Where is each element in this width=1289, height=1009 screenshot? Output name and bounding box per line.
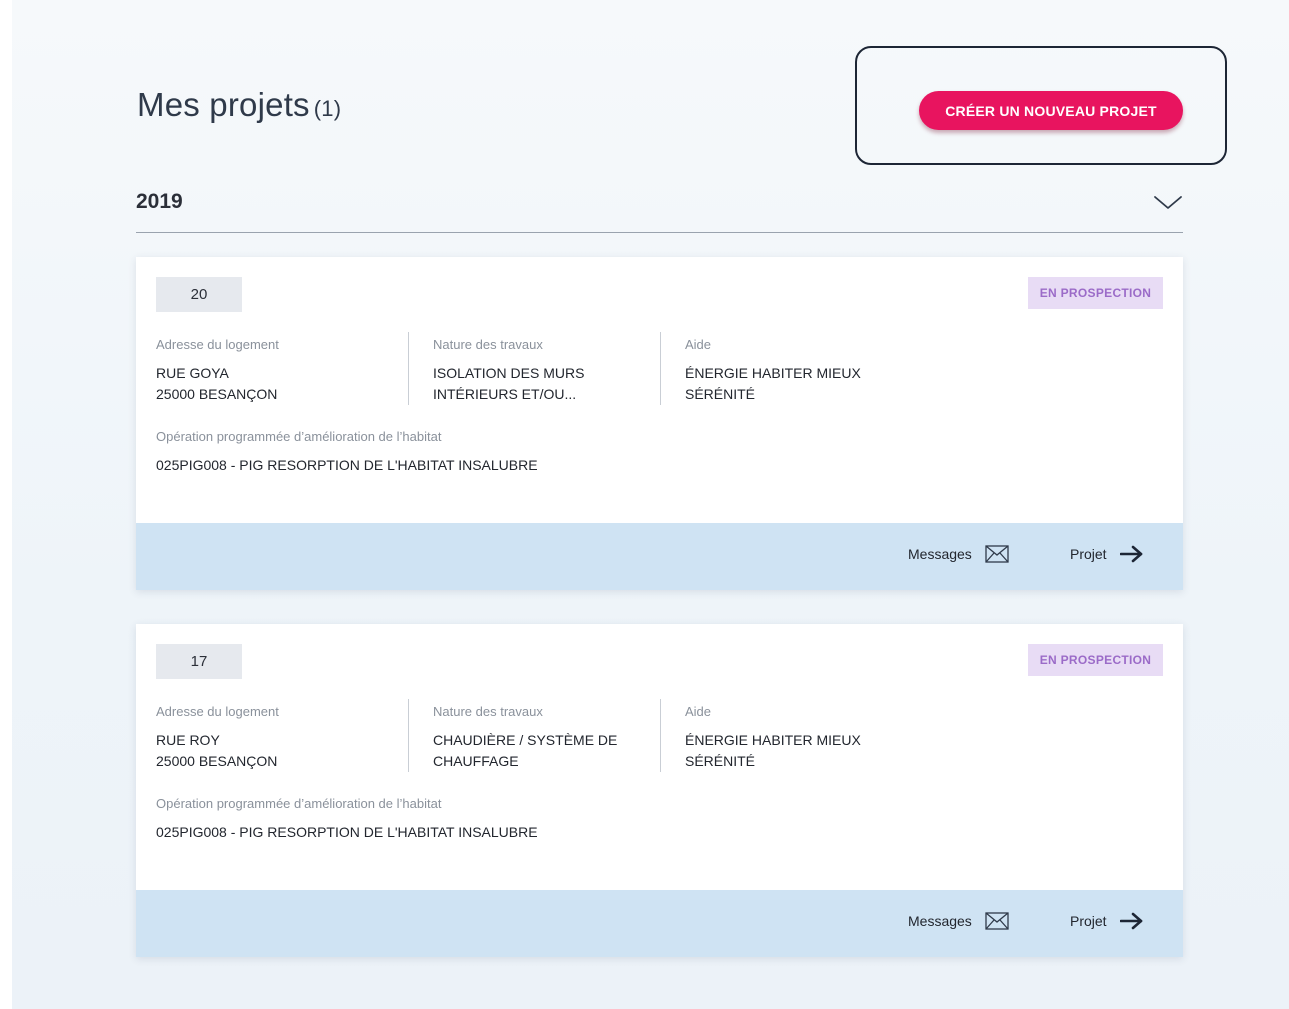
address-label: Adresse du logement	[156, 704, 279, 719]
operation-label: Opération programmée d’amélioration de l…	[156, 429, 442, 444]
page-title-text: Mes projets	[137, 86, 310, 123]
address-line-2: 25000 BESANÇON	[156, 386, 278, 402]
address-line-1: RUE ROY	[156, 732, 220, 748]
year-group-header[interactable]: 2019	[136, 186, 1183, 233]
column-divider	[660, 699, 661, 772]
arrow-right-icon	[1119, 545, 1142, 563]
messages-label: Messages	[908, 913, 972, 929]
project-id: 20	[156, 277, 242, 312]
envelope-icon	[985, 912, 1009, 930]
arrow-right-icon	[1119, 912, 1142, 930]
messages-link[interactable]: Messages	[908, 545, 1009, 563]
project-card: 17 EN PROSPECTION Adresse du logement RU…	[136, 624, 1183, 957]
works-label: Nature des travaux	[433, 704, 543, 719]
operation-value: 025PIG008 - PIG RESORPTION DE L'HABITAT …	[156, 457, 538, 473]
year-label: 2019	[136, 190, 183, 213]
aid-line-2: SÉRÉNITÉ	[685, 386, 756, 402]
aid-line-2: SÉRÉNITÉ	[685, 753, 756, 769]
page-title: Mes projets (1)	[137, 86, 341, 124]
aid-line-1: ÉNERGIE HABITER MIEUX	[685, 732, 861, 748]
address-label: Adresse du logement	[156, 337, 279, 352]
aid-line-1: ÉNERGIE HABITER MIEUX	[685, 365, 861, 381]
works-line-1: ISOLATION DES MURS	[433, 365, 585, 381]
works-column: Nature des travaux CHAUDIÈRE / SYSTÈME D…	[433, 704, 617, 772]
operation-section: Opération programmée d’amélioration de l…	[156, 796, 538, 843]
project-link[interactable]: Projet	[1070, 545, 1144, 563]
project-count: (1)	[313, 96, 342, 121]
address-column: Adresse du logement RUE ROY 25000 BESANÇ…	[156, 704, 279, 772]
address-line-2: 25000 BESANÇON	[156, 753, 278, 769]
works-label: Nature des travaux	[433, 337, 543, 352]
aid-column: Aide ÉNERGIE HABITER MIEUX SÉRÉNITÉ	[685, 704, 861, 772]
messages-link[interactable]: Messages	[908, 912, 1009, 930]
operation-value: 025PIG008 - PIG RESORPTION DE L'HABITAT …	[156, 824, 538, 840]
project-id: 17	[156, 644, 242, 679]
aid-label: Aide	[685, 337, 712, 352]
project-link-label: Projet	[1070, 546, 1107, 562]
messages-label: Messages	[908, 546, 972, 562]
project-link[interactable]: Projet	[1070, 912, 1144, 930]
envelope-icon	[985, 545, 1009, 563]
card-footer: Messages Projet	[136, 523, 1183, 590]
works-line-1: CHAUDIÈRE / SYSTÈME DE	[433, 732, 618, 748]
works-line-2: CHAUFFAGE	[433, 753, 519, 769]
address-column: Adresse du logement RUE GOYA 25000 BESAN…	[156, 337, 279, 405]
column-divider	[408, 699, 409, 772]
create-project-button[interactable]: CRÉER UN NOUVEAU PROJET	[919, 91, 1183, 130]
project-link-label: Projet	[1070, 913, 1107, 929]
card-footer: Messages Projet	[136, 890, 1183, 957]
column-divider	[660, 332, 661, 405]
operation-section: Opération programmée d’amélioration de l…	[156, 429, 538, 476]
column-divider	[408, 332, 409, 405]
aid-label: Aide	[685, 704, 712, 719]
aid-column: Aide ÉNERGIE HABITER MIEUX SÉRÉNITÉ	[685, 337, 861, 405]
operation-label: Opération programmée d’amélioration de l…	[156, 796, 442, 811]
status-badge: EN PROSPECTION	[1028, 277, 1163, 309]
works-column: Nature des travaux ISOLATION DES MURS IN…	[433, 337, 584, 405]
chevron-down-icon[interactable]	[1153, 192, 1183, 212]
address-line-1: RUE GOYA	[156, 365, 229, 381]
status-badge: EN PROSPECTION	[1028, 644, 1163, 676]
project-card: 20 EN PROSPECTION Adresse du logement RU…	[136, 257, 1183, 590]
works-line-2: INTÉRIEURS ET/OU...	[433, 386, 577, 402]
